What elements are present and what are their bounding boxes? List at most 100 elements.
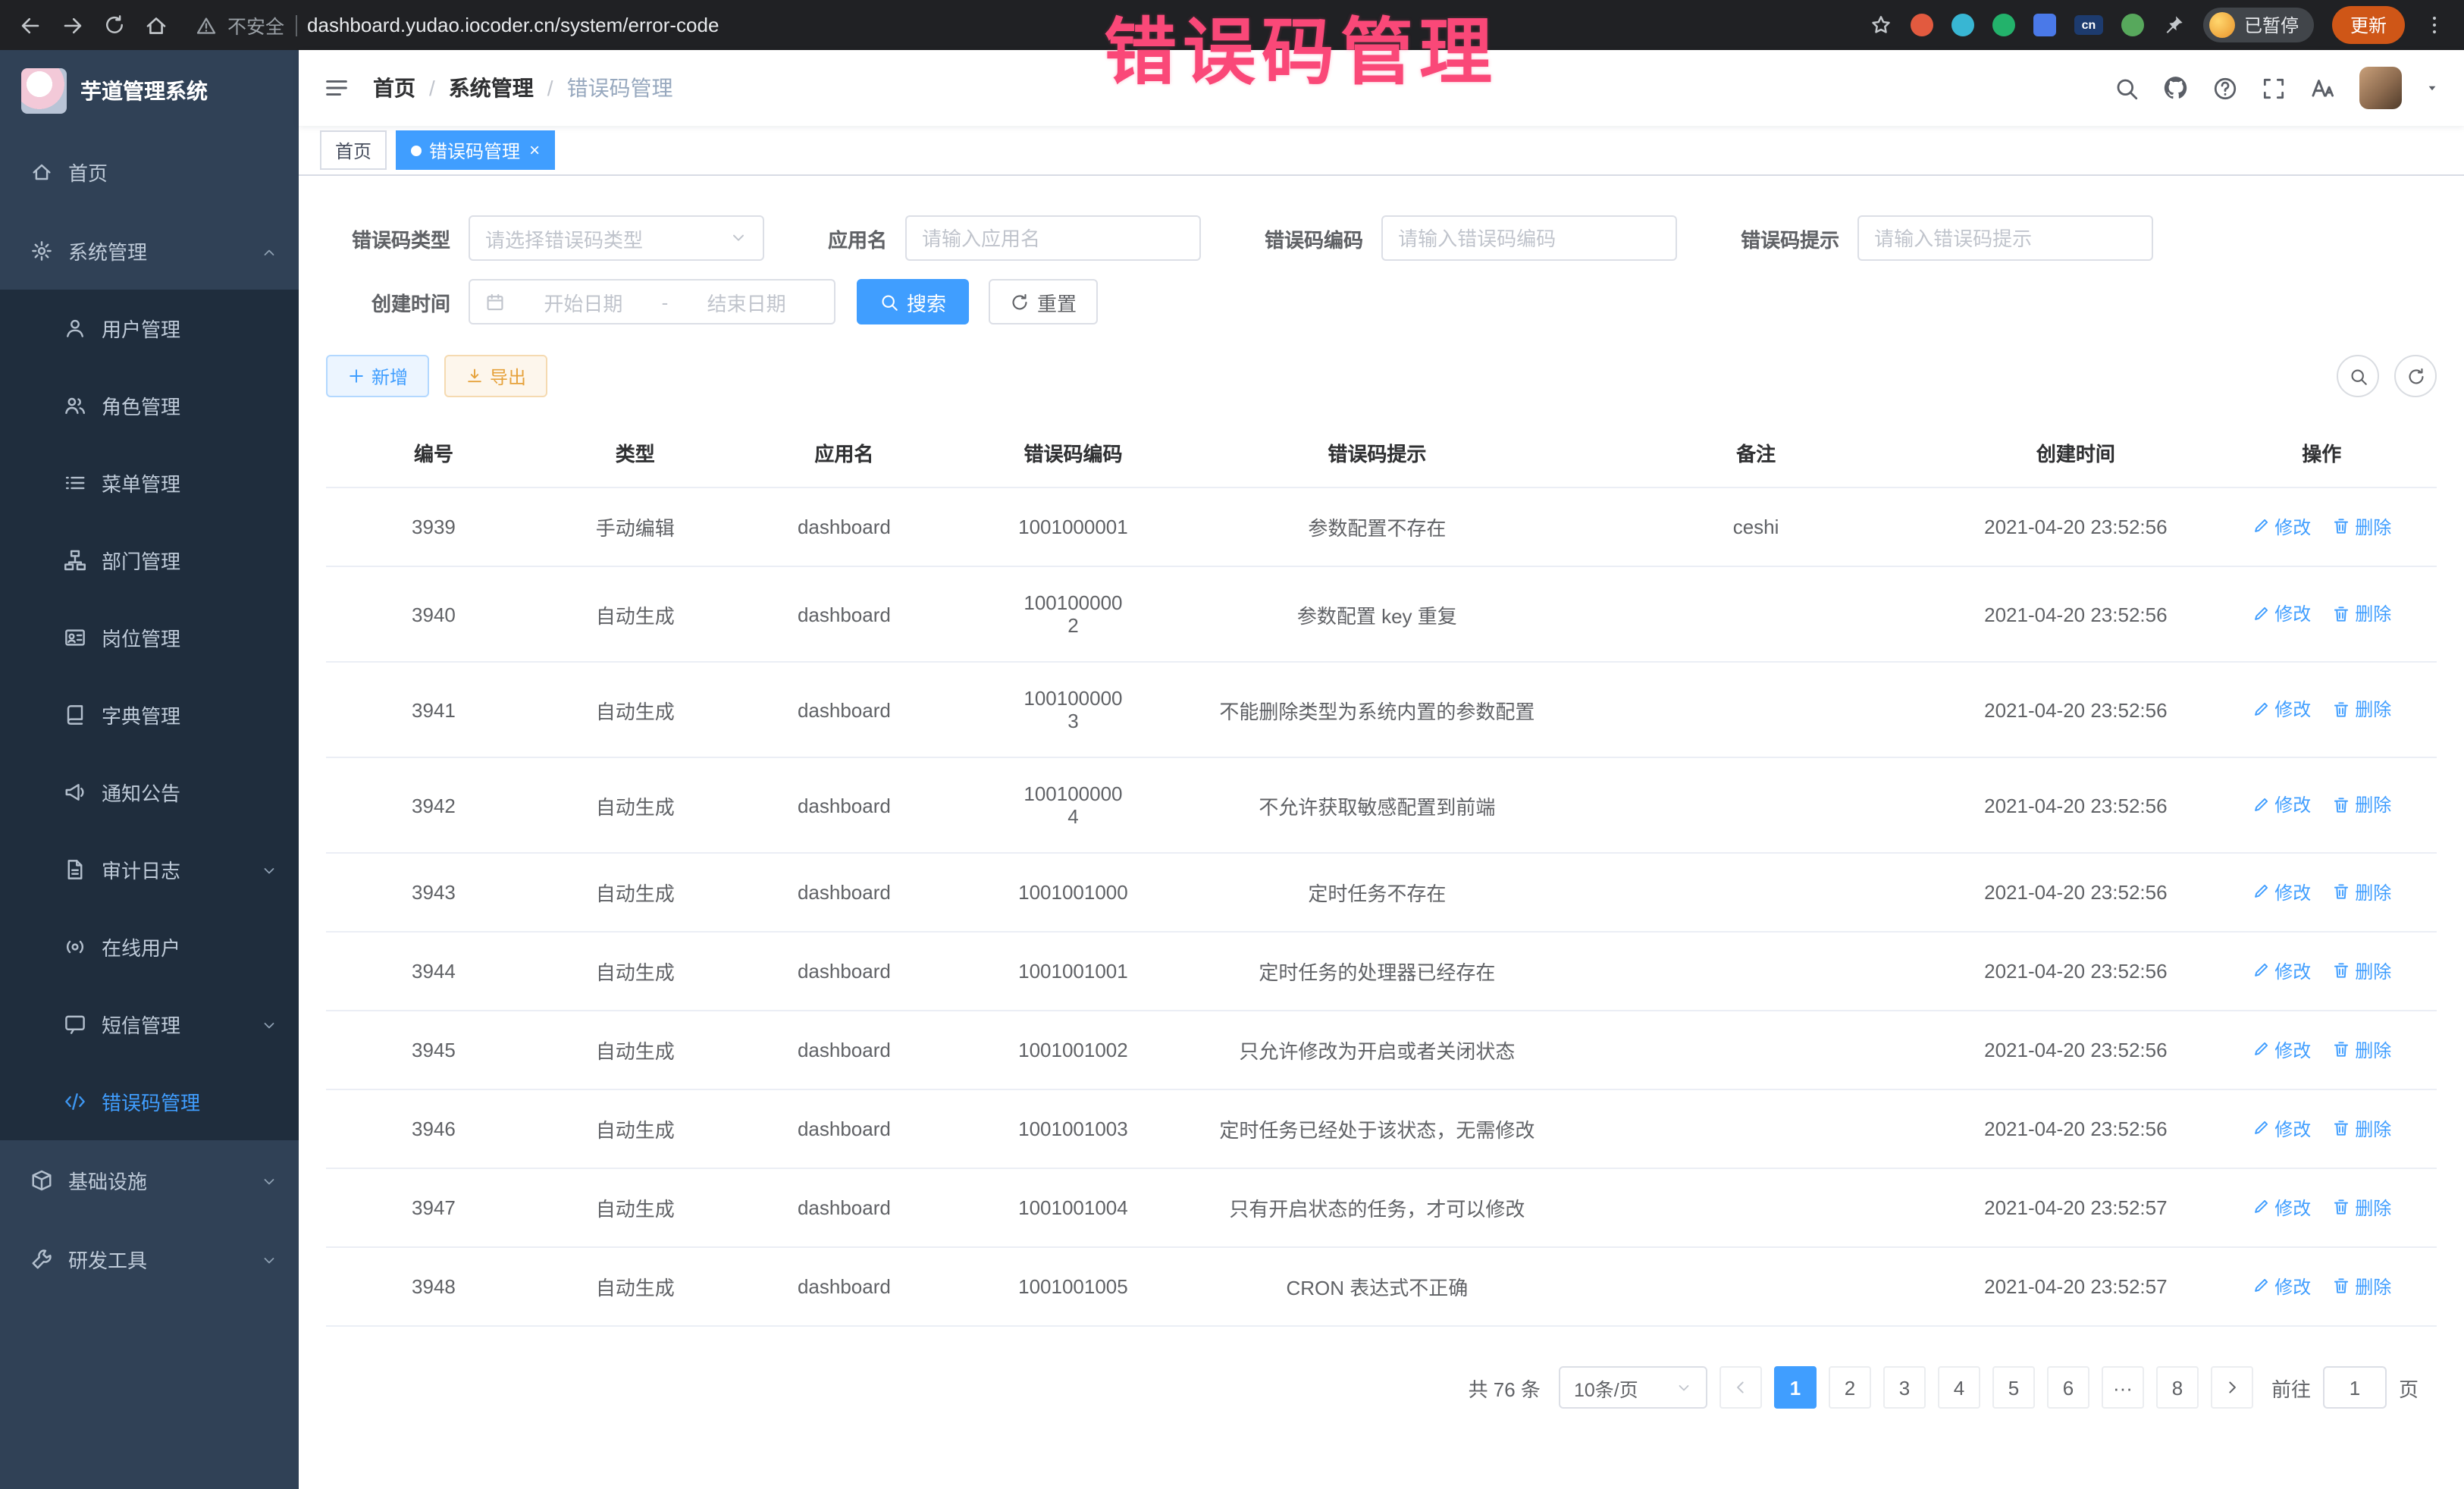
breadcrumb-home[interactable]: 首页 — [373, 73, 415, 103]
sidebar-item-system-management[interactable]: 系统管理 — [0, 211, 299, 290]
edit-button[interactable]: 修改 — [2252, 1116, 2311, 1142]
edit-button[interactable]: 修改 — [2252, 792, 2311, 818]
sidebar-item-dept-management[interactable]: 部门管理 — [0, 522, 299, 599]
caret-down-icon[interactable] — [2425, 80, 2440, 96]
delete-button[interactable]: 删除 — [2332, 1274, 2391, 1299]
cell-created: 2021-04-20 23:52:56 — [1945, 566, 2206, 662]
edit-button[interactable]: 修改 — [2252, 1195, 2311, 1221]
browser-reload-icon[interactable] — [103, 14, 126, 36]
extension-icon-2[interactable] — [1951, 14, 1974, 36]
pager-page-1[interactable]: 1 — [1774, 1366, 1817, 1409]
pager-page-5[interactable]: 5 — [1992, 1366, 2035, 1409]
sidebar-item-post-management[interactable]: 岗位管理 — [0, 599, 299, 676]
sidebar-item-user-management[interactable]: 用户管理 — [0, 290, 299, 367]
app-logo[interactable]: 芋道管理系统 — [0, 50, 299, 132]
delete-button[interactable]: 删除 — [2332, 1116, 2391, 1142]
close-tab-icon[interactable]: × — [529, 141, 540, 159]
sidebar-item-label: 错误码管理 — [102, 1087, 200, 1116]
fullscreen-icon[interactable] — [2261, 75, 2287, 101]
error-msg-input[interactable] — [1857, 215, 2153, 261]
help-icon[interactable] — [2212, 75, 2238, 101]
next-page-button[interactable] — [2211, 1366, 2253, 1409]
bookmark-star-icon[interactable] — [1870, 14, 1892, 36]
toggle-search-button[interactable] — [2337, 355, 2379, 397]
pager-page-8[interactable]: 8 — [2156, 1366, 2199, 1409]
sidebar-item-dict-management[interactable]: 字典管理 — [0, 676, 299, 754]
delete-button[interactable]: 删除 — [2332, 879, 2391, 905]
extension-icon-4[interactable] — [2033, 14, 2056, 36]
edit-button[interactable]: 修改 — [2252, 514, 2311, 540]
export-button[interactable]: 导出 — [444, 355, 547, 397]
chevron-up-icon — [261, 242, 277, 259]
pager-page-4[interactable]: 4 — [1938, 1366, 1980, 1409]
edit-button[interactable]: 修改 — [2252, 697, 2311, 723]
app-name-input[interactable] — [905, 215, 1201, 261]
sidebar-item-sms-management[interactable]: 短信管理 — [0, 986, 299, 1063]
delete-button[interactable]: 删除 — [2332, 697, 2391, 723]
pager-page-3[interactable]: 3 — [1883, 1366, 1926, 1409]
profile-chip[interactable]: 已暂停 — [2203, 8, 2314, 42]
delete-button[interactable]: 删除 — [2332, 601, 2391, 627]
search-icon[interactable] — [2114, 75, 2140, 101]
badge-icon — [64, 626, 86, 649]
tab-home[interactable]: 首页 — [320, 130, 387, 170]
extension-cn-badge[interactable]: cn — [2074, 15, 2103, 35]
export-button-label: 导出 — [490, 363, 526, 389]
delete-button[interactable]: 删除 — [2332, 1037, 2391, 1063]
font-size-icon[interactable] — [2309, 74, 2337, 102]
delete-button[interactable]: 删除 — [2332, 958, 2391, 984]
browser-menu-icon[interactable] — [2423, 14, 2446, 36]
navbar-actions — [2114, 67, 2440, 109]
sidebar-item-online-users[interactable]: 在线用户 — [0, 908, 299, 986]
reset-button[interactable]: 重置 — [989, 279, 1098, 324]
delete-icon — [2332, 883, 2350, 901]
sidebar-item-dev-tools[interactable]: 研发工具 — [0, 1219, 299, 1298]
error-type-select[interactable]: 请选择错误码类型 — [469, 215, 764, 261]
edit-button[interactable]: 修改 — [2252, 1274, 2311, 1299]
user-avatar[interactable] — [2359, 67, 2402, 109]
delete-button[interactable]: 删除 — [2332, 514, 2391, 540]
calendar-icon — [485, 292, 505, 312]
error-code-input[interactable] — [1381, 215, 1677, 261]
sidebar-item-role-management[interactable]: 角色管理 — [0, 367, 299, 444]
add-button[interactable]: 新增 — [326, 355, 429, 397]
goto-suffix: 页 — [2399, 1373, 2419, 1402]
address-bar[interactable]: 不安全 dashboard.yudao.iocoder.cn/system/er… — [196, 11, 719, 39]
sidebar-item-infrastructure[interactable]: 基础设施 — [0, 1140, 299, 1219]
page-size-select[interactable]: 10条/页 — [1559, 1366, 1707, 1409]
github-icon[interactable] — [2162, 74, 2190, 102]
browser-forward-icon[interactable] — [61, 13, 85, 37]
date-range-picker[interactable]: 开始日期 - 结束日期 — [469, 279, 835, 324]
breadcrumb-system[interactable]: 系统管理 — [449, 73, 534, 103]
extension-icon-3[interactable] — [1992, 14, 2015, 36]
pin-icon[interactable] — [2162, 14, 2185, 36]
delete-button[interactable]: 删除 — [2332, 1195, 2391, 1221]
tab-error-code[interactable]: 错误码管理 × — [396, 130, 555, 170]
pager-ellipsis[interactable]: ··· — [2102, 1366, 2144, 1409]
sidebar-item-notice[interactable]: 通知公告 — [0, 754, 299, 831]
browser-back-icon[interactable] — [18, 13, 42, 37]
extension-icon-5[interactable] — [2121, 14, 2144, 36]
sidebar-item-label: 部门管理 — [102, 546, 180, 575]
edit-button[interactable]: 修改 — [2252, 601, 2311, 627]
pager-page-6[interactable]: 6 — [2047, 1366, 2089, 1409]
sidebar-toggle-icon[interactable] — [323, 74, 350, 102]
delete-button[interactable]: 删除 — [2332, 792, 2391, 818]
goto-page-input[interactable] — [2323, 1366, 2387, 1409]
refresh-table-button[interactable] — [2394, 355, 2437, 397]
edit-button[interactable]: 修改 — [2252, 958, 2311, 984]
sidebar-item-audit-log[interactable]: 审计日志 — [0, 831, 299, 908]
browser-update-button[interactable]: 更新 — [2332, 6, 2405, 44]
search-button[interactable]: 搜索 — [857, 279, 969, 324]
edit-button[interactable]: 修改 — [2252, 1037, 2311, 1063]
sidebar-item-menu-management[interactable]: 菜单管理 — [0, 444, 299, 522]
extension-icon-1[interactable] — [1911, 14, 1933, 36]
sidebar-item-error-code-management[interactable]: 错误码管理 — [0, 1063, 299, 1140]
address-divider — [295, 14, 296, 36]
cell-code: 1001000001 — [959, 487, 1187, 566]
pager-page-2[interactable]: 2 — [1829, 1366, 1871, 1409]
edit-button[interactable]: 修改 — [2252, 879, 2311, 905]
browser-home-icon[interactable] — [144, 13, 168, 37]
sidebar-item-home[interactable]: 首页 — [0, 132, 299, 211]
prev-page-button[interactable] — [1719, 1366, 1762, 1409]
